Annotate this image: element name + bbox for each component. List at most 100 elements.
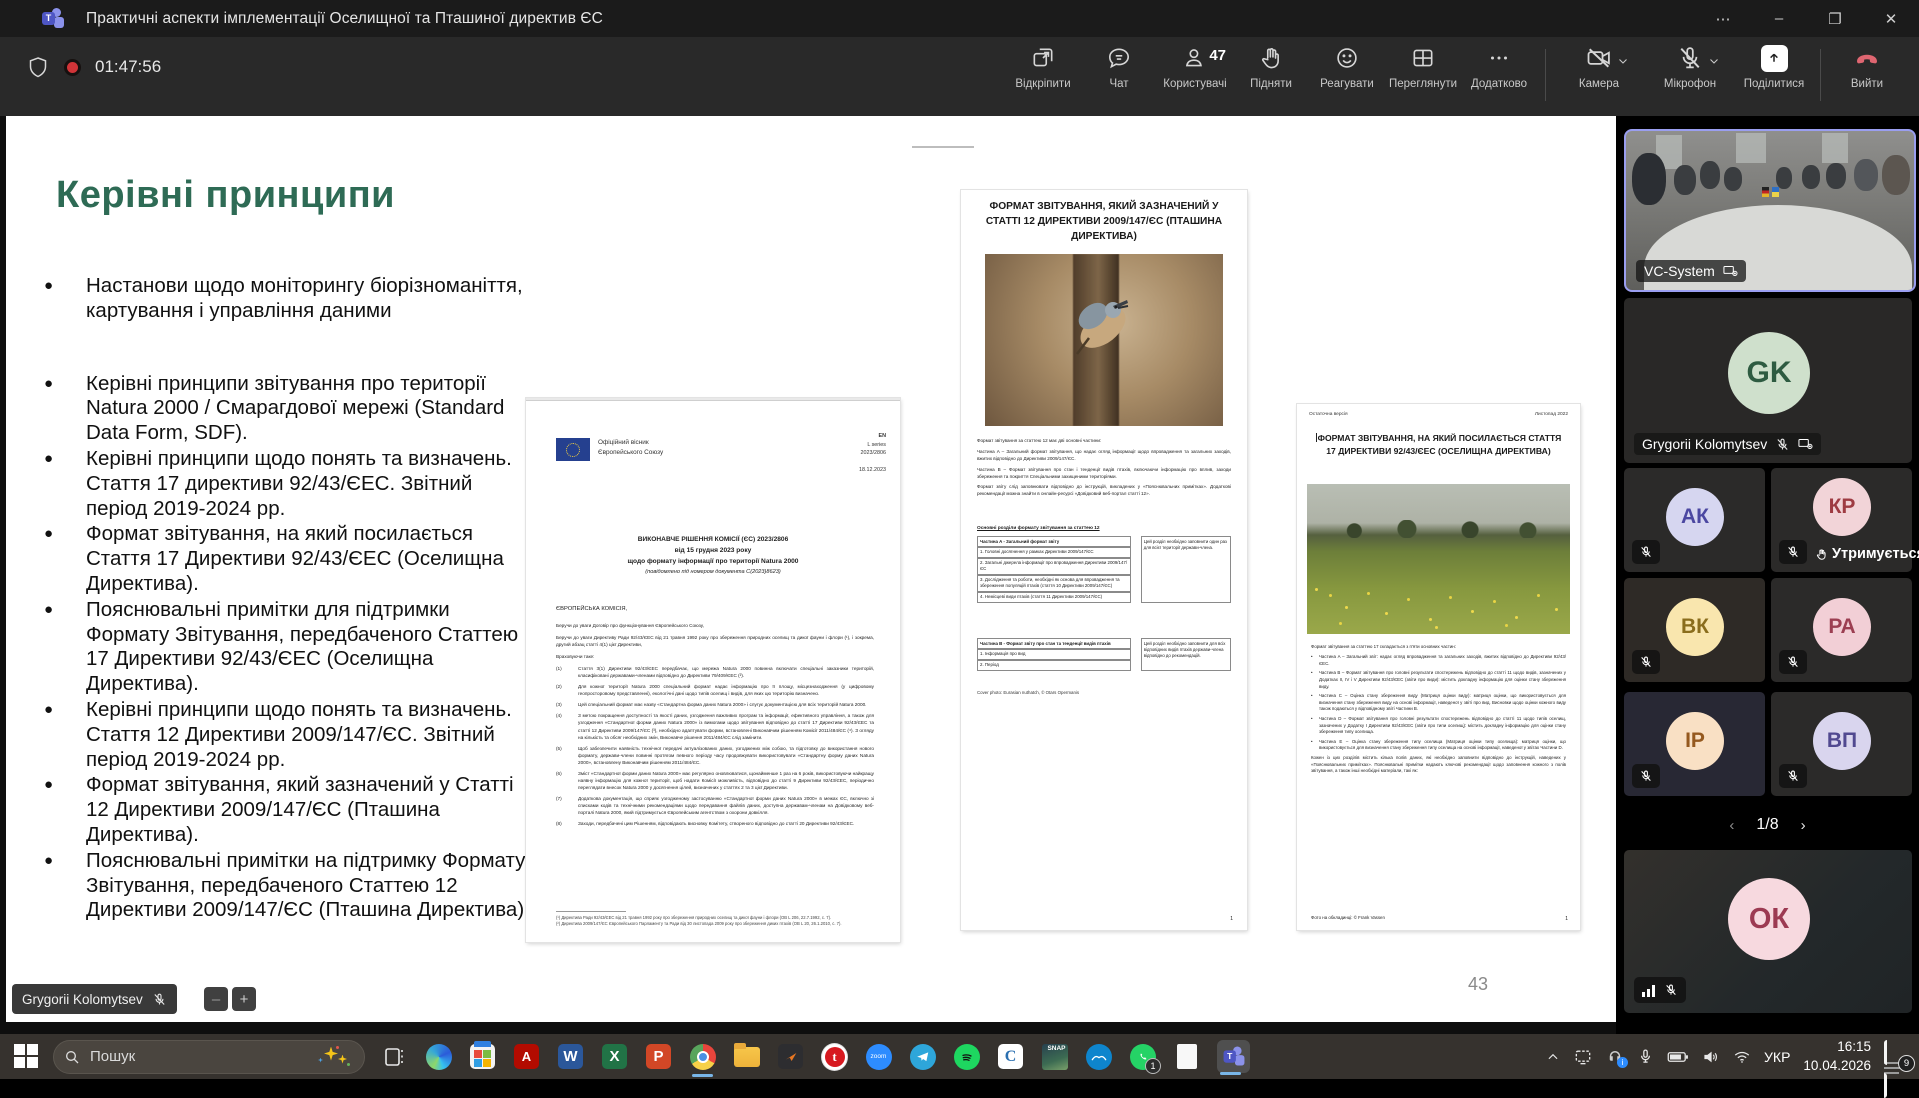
more-options-button[interactable]: Додатково: [1461, 43, 1537, 90]
tray-device-icon[interactable]: i: [1606, 1048, 1624, 1066]
view-button[interactable]: Переглянути: [1385, 43, 1461, 90]
window-minimize-button[interactable]: –: [1751, 0, 1807, 37]
window-close-button[interactable]: ✕: [1863, 0, 1919, 37]
pager-next-icon[interactable]: ›: [1801, 817, 1806, 834]
decision-footnotes: (¹) Директива Ради 92/43/ЄЕС від 21 трав…: [556, 911, 860, 928]
window-maximize-button[interactable]: ❐: [1807, 0, 1863, 37]
video-tile-ip[interactable]: IP: [1624, 692, 1765, 796]
acrobat-icon[interactable]: A: [513, 1043, 540, 1070]
video-tile-ra[interactable]: РА: [1771, 578, 1912, 682]
birds-doc-note-a: Цей розділ необхідно заповнити один раз …: [1141, 536, 1231, 603]
telegram-icon[interactable]: [909, 1043, 936, 1070]
openoffice-icon[interactable]: [1085, 1043, 1112, 1070]
taskbar-search[interactable]: [53, 1040, 365, 1074]
slide-title: Керівні принципи: [56, 174, 395, 217]
participant-silhouette: [1632, 153, 1666, 205]
tray-wifi-icon[interactable]: [1733, 1048, 1751, 1066]
share-button[interactable]: Поділитися: [1736, 43, 1812, 90]
windows-taskbar: A W X P t zoom: [0, 1034, 1919, 1079]
avatar: ВП: [1813, 712, 1871, 770]
notepad-icon[interactable]: [1173, 1043, 1200, 1070]
camera-button[interactable]: Камера: [1554, 43, 1644, 90]
mic-off-badge: [1632, 650, 1660, 674]
tracker-app-icon[interactable]: [777, 1043, 804, 1070]
snap-icon[interactable]: SNAP: [1041, 1043, 1068, 1070]
mic-off-badge: [1779, 540, 1807, 564]
recording-timer: 01:47:56: [95, 57, 161, 77]
teams-app-icon: T: [42, 8, 64, 30]
birds-doc-table-a: Частина A - Загальний формат звіту 1. Го…: [977, 536, 1231, 603]
avatar: КР: [1813, 478, 1871, 536]
word-icon[interactable]: W: [557, 1043, 584, 1070]
tray-volume-icon[interactable]: [1702, 1048, 1720, 1066]
task-view-icon[interactable]: [381, 1043, 408, 1070]
journal-masthead: Офіційний вісник Європейського Союзу: [598, 438, 663, 457]
file-explorer-icon[interactable]: [733, 1043, 760, 1070]
search-input[interactable]: [88, 1047, 242, 1066]
react-button[interactable]: Реагувати: [1309, 43, 1385, 90]
tray-mic-icon[interactable]: [1637, 1048, 1654, 1065]
video-tile-ak[interactable]: АК: [1624, 468, 1765, 572]
video-tile-grygorii[interactable]: GK Grygorii Kolomytsev: [1624, 298, 1912, 463]
habitats-doc-body: Формат звітування за статтею 17 складаєт…: [1311, 644, 1566, 778]
capture-app-icon[interactable]: C: [997, 1043, 1024, 1070]
powerpoint-icon[interactable]: P: [645, 1043, 672, 1070]
slide-divider-line: [912, 146, 974, 148]
teams-taskbar-icon[interactable]: T: [1217, 1043, 1250, 1070]
raise-hand-button[interactable]: Підняти: [1233, 43, 1309, 90]
leave-button[interactable]: Вийти: [1829, 43, 1905, 90]
decision-body: Беручи до уваги Договір про функціонуван…: [556, 622, 874, 831]
meeting-toolbar: 01:47:56 Відкріпити Чат 47 Користувачі: [0, 37, 1919, 116]
edge-icon[interactable]: [425, 1043, 452, 1070]
excel-icon[interactable]: X: [601, 1043, 628, 1070]
spotify-icon[interactable]: [953, 1043, 980, 1070]
birds-doc-table-b: Частина B - Формат звіту про стан та тен…: [977, 638, 1231, 671]
unpin-button[interactable]: Відкріпити: [1005, 43, 1081, 90]
tray-expand-icon[interactable]: [1546, 1050, 1560, 1064]
list-item: ●Керівні принципи щодо понять та визначе…: [44, 698, 530, 772]
store-icon[interactable]: [469, 1043, 496, 1070]
mic-off-badge: [1632, 764, 1660, 788]
microphone-button[interactable]: Мікрофон: [1644, 43, 1736, 90]
start-button[interactable]: [14, 1044, 40, 1070]
camera-chevron-icon[interactable]: [1617, 55, 1629, 67]
avatar: IP: [1666, 712, 1724, 770]
microphone-chevron-icon[interactable]: [1708, 55, 1720, 67]
mic-off-badge: [1779, 650, 1807, 674]
zoom-icon[interactable]: zoom: [865, 1043, 892, 1070]
unpin-icon: [1030, 43, 1056, 73]
birds-doc-page-number: 1: [1230, 916, 1233, 922]
tray-display-icon[interactable]: [1573, 1047, 1593, 1067]
search-icon: [64, 1049, 80, 1065]
zoom-out-button[interactable]: –: [204, 987, 228, 1011]
react-smiley-icon: [1334, 43, 1360, 73]
window-more-button[interactable]: ⋯: [1695, 0, 1751, 37]
zoom-in-button[interactable]: +: [232, 987, 256, 1011]
list-item: ●Керівні принципи звітування про територ…: [44, 372, 530, 446]
decision-title: ВИКОНАВЧЕ РІШЕННЯ КОМІСІЇ (ЄС) 2023/2806…: [556, 534, 870, 577]
taskbar-clock[interactable]: 16:15 10.04.2026: [1803, 1038, 1871, 1074]
pager-prev-icon[interactable]: ‹: [1729, 817, 1734, 834]
video-tile-ok[interactable]: ОК: [1624, 850, 1912, 1013]
video-tile-vp[interactable]: ВП: [1771, 692, 1912, 796]
trend-micro-icon[interactable]: t: [821, 1043, 848, 1070]
birds-doc-note-b: Цей розділ необхідно заповнити для всіх …: [1141, 638, 1231, 671]
toolbar-divider: [1545, 49, 1546, 101]
language-indicator[interactable]: УКР: [1764, 1049, 1790, 1065]
toolbar-divider: [1820, 49, 1821, 101]
participants-button[interactable]: 47 Користувачі: [1157, 43, 1233, 90]
video-tile-vc-system[interactable]: VC-System: [1624, 129, 1916, 292]
whatsapp-icon[interactable]: 1: [1129, 1043, 1156, 1070]
clock-time: 16:15: [1803, 1038, 1871, 1056]
active-app-indicator: [1220, 1072, 1241, 1075]
video-tile-vk[interactable]: ВК: [1624, 578, 1765, 682]
people-icon: 47: [1182, 43, 1208, 73]
journal-corner-info: EN L series 2023/2806 18.12.2023: [859, 432, 886, 475]
habitats-doc-page-number: 1: [1565, 916, 1568, 922]
video-tile-kr[interactable]: КР Утримується: [1771, 468, 1912, 572]
notification-center-icon[interactable]: 9: [1884, 1044, 1909, 1069]
presenter-name: Grygorii Kolomytsev: [22, 992, 143, 1007]
chat-button[interactable]: Чат: [1081, 43, 1157, 90]
chrome-icon[interactable]: [689, 1043, 716, 1070]
tray-battery-icon[interactable]: [1667, 1049, 1689, 1065]
